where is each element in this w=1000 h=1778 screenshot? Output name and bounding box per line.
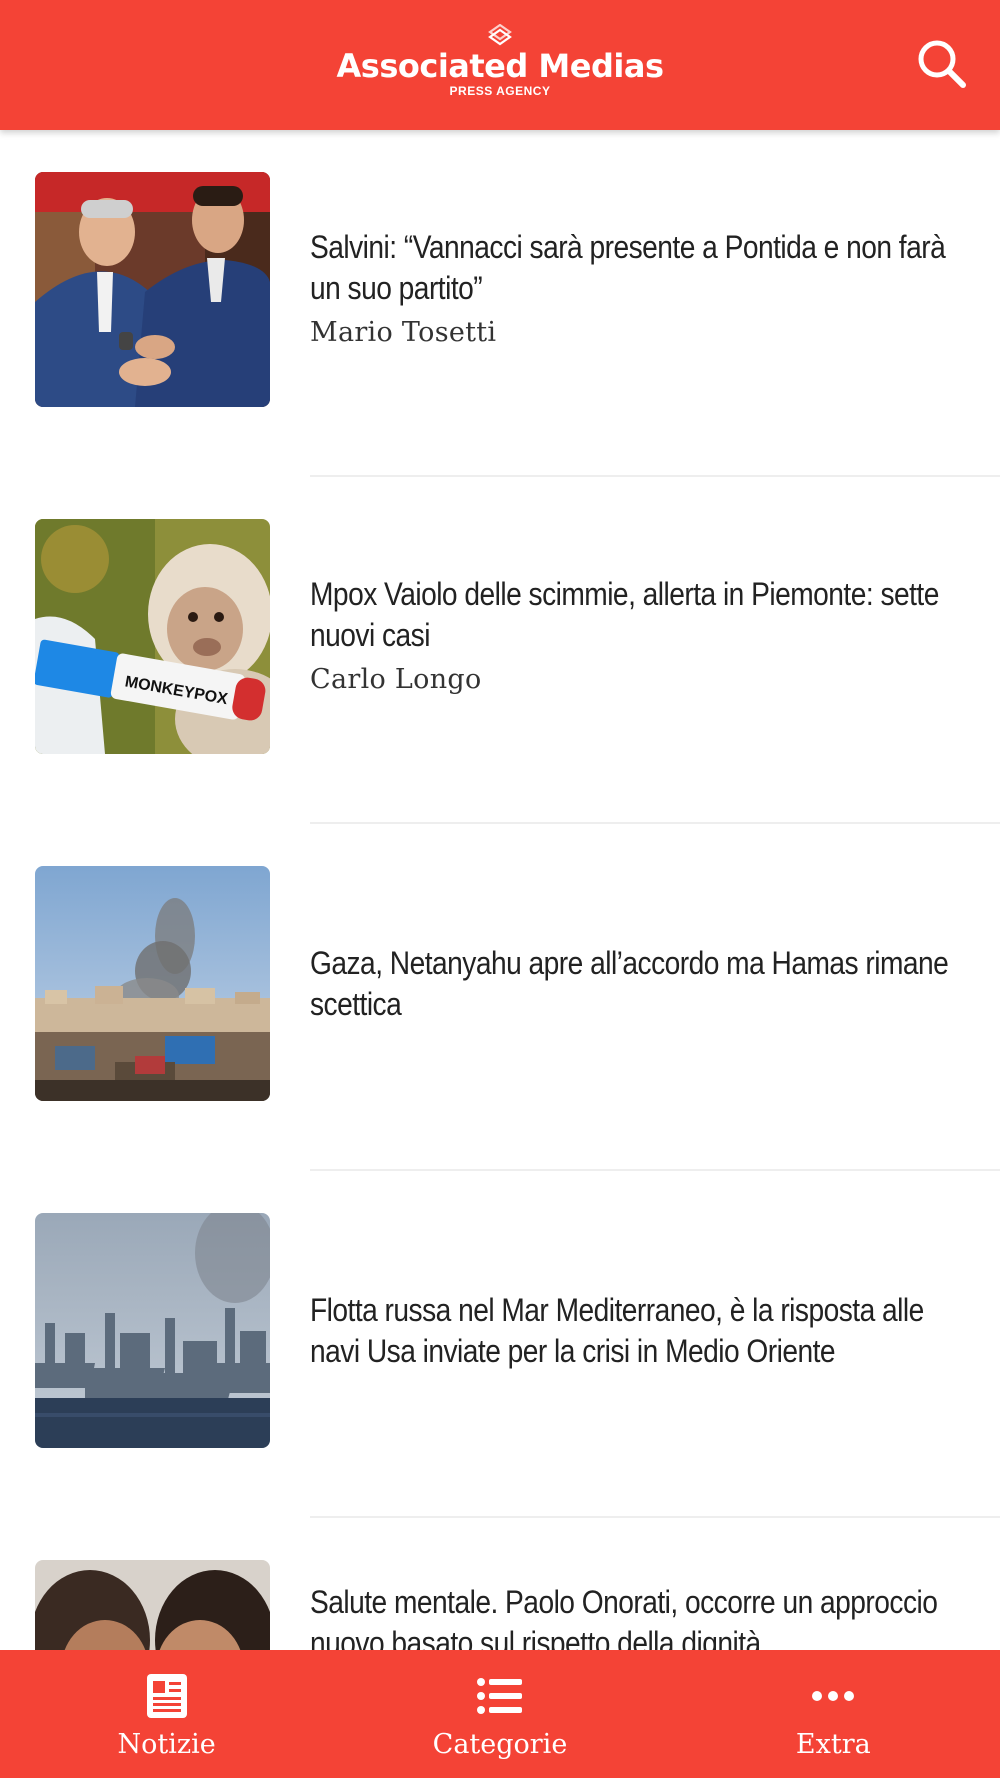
article-item[interactable]: Salute mentale. Paolo Onorati, occorre u…: [0, 1518, 1000, 1650]
nav-item-notizie[interactable]: Notizie: [0, 1650, 333, 1778]
article-thumbnail[interactable]: MONKEYPOX: [35, 519, 270, 754]
nav-item-categorie[interactable]: Categorie: [333, 1650, 666, 1778]
article-text: Salute mentale. Paolo Onorati, occorre u…: [310, 1560, 975, 1650]
article-item[interactable]: Salvini: “Vannacci sarà presente a Ponti…: [0, 130, 1000, 477]
nav-label-notizie: Notizie: [117, 1729, 216, 1760]
app-logo[interactable]: Associated Medias PRESS AGENCY: [0, 24, 1000, 98]
article-title[interactable]: Flotta russa nel Mar Mediterraneo, è la …: [310, 1290, 971, 1372]
logo-title: Associated Medias: [336, 47, 664, 85]
article-item[interactable]: Gaza, Netanyahu apre all’accordo ma Hama…: [0, 824, 1000, 1171]
article-item[interactable]: Flotta russa nel Mar Mediterraneo, è la …: [0, 1171, 1000, 1518]
logo-subtitle: PRESS AGENCY: [449, 84, 551, 98]
article-text: Mpox Vaiolo delle scimmie, allerta in Pi…: [310, 519, 975, 754]
article-thumbnail[interactable]: [35, 172, 270, 407]
top-app-bar: Associated Medias PRESS AGENCY: [0, 0, 1000, 130]
search-button[interactable]: [914, 36, 970, 92]
article-title[interactable]: Salvini: “Vannacci sarà presente a Ponti…: [310, 227, 971, 309]
app-screen: Associated Medias PRESS AGENCY Salvini: …: [0, 0, 1000, 1778]
article-title[interactable]: Gaza, Netanyahu apre all’accordo ma Hama…: [310, 943, 971, 1025]
article-thumbnail[interactable]: [35, 1213, 270, 1448]
article-thumbnail[interactable]: [35, 1560, 270, 1650]
article-text: Gaza, Netanyahu apre all’accordo ma Hama…: [310, 866, 975, 1101]
bottom-navigation: Notizie Categorie Extra: [0, 1650, 1000, 1778]
more-dots-icon: [812, 1691, 855, 1701]
newspaper-icon: [146, 1674, 187, 1718]
article-thumbnail[interactable]: [35, 866, 270, 1101]
article-text: Flotta russa nel Mar Mediterraneo, è la …: [310, 1213, 975, 1448]
nav-label-extra: Extra: [795, 1729, 871, 1760]
article-item[interactable]: MONKEYPOX Mpox Vaiolo delle scimmie, all…: [0, 477, 1000, 824]
logo-mark-icon: [488, 24, 512, 46]
news-feed[interactable]: Salvini: “Vannacci sarà presente a Ponti…: [0, 130, 1000, 1650]
nav-label-categorie: Categorie: [432, 1729, 568, 1760]
article-author: Mario Tosetti: [310, 316, 497, 348]
article-title[interactable]: Salute mentale. Paolo Onorati, occorre u…: [310, 1582, 971, 1650]
list-icon: [476, 1678, 522, 1714]
article-title[interactable]: Mpox Vaiolo delle scimmie, allerta in Pi…: [310, 574, 971, 656]
nav-item-extra[interactable]: Extra: [667, 1650, 1000, 1778]
article-text: Salvini: “Vannacci sarà presente a Ponti…: [310, 172, 975, 407]
search-icon: [918, 40, 966, 88]
article-author: Carlo Longo: [310, 663, 482, 695]
